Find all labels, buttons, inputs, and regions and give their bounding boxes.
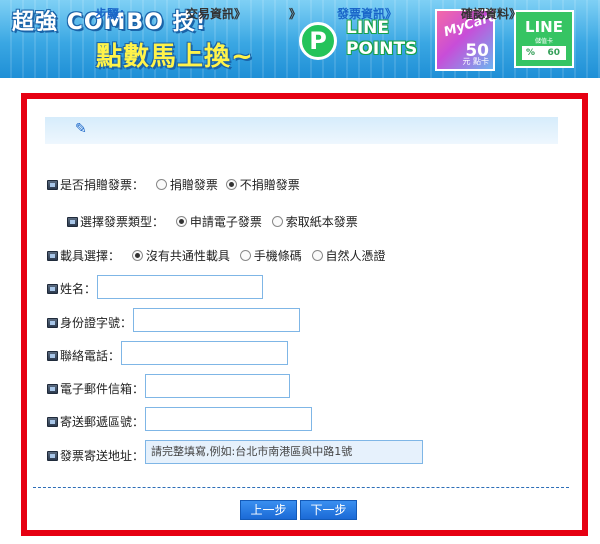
line-card-value: 60 — [547, 48, 560, 58]
id-number-input[interactable] — [133, 308, 300, 332]
step-separator: 》 — [289, 7, 302, 21]
form-divider — [33, 487, 569, 488]
carrier-citizen-radio[interactable] — [311, 250, 323, 261]
carrier-citizen-label[interactable]: 自然人憑證 — [326, 247, 386, 264]
step-transaction-info: 交易資訊》 — [186, 7, 247, 21]
next-step-button[interactable]: 下一步 — [300, 500, 357, 520]
address-input[interactable]: 請完整填寫,例如:台北市南港區與中路1號 — [145, 440, 423, 464]
donate-yes-label[interactable]: 捐贈發票 — [170, 176, 218, 193]
paper-invoice-radio[interactable] — [271, 216, 283, 227]
zip-input[interactable] — [145, 407, 312, 431]
mycard-unit: 元 點卡 — [462, 57, 489, 66]
line-card-percent: % — [526, 48, 536, 58]
carrier-none-radio[interactable] — [131, 250, 143, 261]
donate-yes-radio[interactable] — [155, 179, 167, 190]
line-card-value-bar: % 60 — [522, 46, 566, 60]
line-points-icon: P — [299, 22, 337, 60]
field-icon — [47, 284, 58, 294]
field-icon — [47, 180, 58, 190]
field-icon — [47, 251, 58, 261]
field-icon — [47, 351, 58, 361]
address-label: 發票寄送地址： — [60, 449, 145, 463]
banner-prefix: 超強 — [12, 10, 59, 35]
carrier-row: 載具選擇： 沒有共通性載具 手機條碼 自然人憑證 — [47, 247, 386, 264]
line-card-title: LINE — [525, 18, 563, 36]
prev-step-button[interactable]: 上一步 — [240, 500, 297, 520]
line-points-word2: POINTS — [346, 39, 418, 59]
banner-subheadline: 點數馬上換~ — [96, 42, 254, 72]
line-gift-card: LINE 儲值卡 % 60 — [514, 10, 574, 68]
phone-label: 聯絡電話： — [60, 349, 121, 363]
email-row: 電子郵件信箱： — [47, 380, 144, 397]
donate-row: 是否捐贈發票： 捐贈發票 不捐贈發票 — [47, 176, 300, 193]
carrier-label: 載具選擇： — [60, 249, 121, 263]
name-row: 姓名： — [47, 280, 96, 297]
field-icon — [47, 384, 58, 394]
line-card-sub: 儲值卡 — [534, 38, 553, 45]
carrier-mobile-label[interactable]: 手機條碼 — [254, 247, 302, 264]
field-icon — [47, 451, 58, 461]
line-points-logo: LINE POINTS — [346, 18, 417, 60]
e-invoice-label[interactable]: 申請電子發票 — [190, 213, 262, 230]
paper-invoice-label[interactable]: 索取紙本發票 — [286, 213, 358, 230]
donate-no-radio[interactable] — [225, 179, 237, 190]
zip-label: 寄送郵遞區號： — [60, 415, 145, 429]
zip-row: 寄送郵遞區號： — [47, 413, 144, 430]
address-row: 發票寄送地址： — [47, 447, 144, 464]
field-icon — [47, 318, 58, 328]
phone-row: 聯絡電話： — [47, 347, 120, 364]
step-confirm: 確認資料》 — [461, 7, 522, 21]
name-label: 姓名： — [60, 282, 97, 296]
carrier-none-label[interactable]: 沒有共通性載具 — [146, 247, 230, 264]
e-invoice-radio[interactable] — [175, 216, 187, 227]
invoice-type-row: 選擇發票類型： 申請電子發票 索取紙本發票 — [67, 213, 358, 230]
step-indicator — [45, 117, 558, 144]
donate-label: 是否捐贈發票： — [60, 178, 145, 192]
donate-no-label[interactable]: 不捐贈發票 — [240, 176, 300, 193]
invoice-type-label: 選擇發票類型： — [80, 215, 165, 229]
email-input[interactable] — [145, 374, 290, 398]
field-icon — [67, 217, 78, 227]
carrier-mobile-radio[interactable] — [239, 250, 251, 261]
email-label: 電子郵件信箱： — [60, 382, 145, 396]
name-input[interactable] — [97, 275, 263, 299]
id-row: 身份證字號： — [47, 314, 132, 331]
steps-label: 步驟： — [95, 7, 132, 21]
page: 超強 COMBO 技! 點數馬上換~ P LINE POINTS MyCard … — [0, 0, 600, 544]
phone-input[interactable] — [121, 341, 288, 365]
field-icon — [47, 417, 58, 427]
step-invoice-info: 發票資訊》 — [337, 7, 398, 21]
pencil-icon: ✎ — [75, 121, 87, 137]
id-label: 身份證字號： — [60, 316, 133, 330]
